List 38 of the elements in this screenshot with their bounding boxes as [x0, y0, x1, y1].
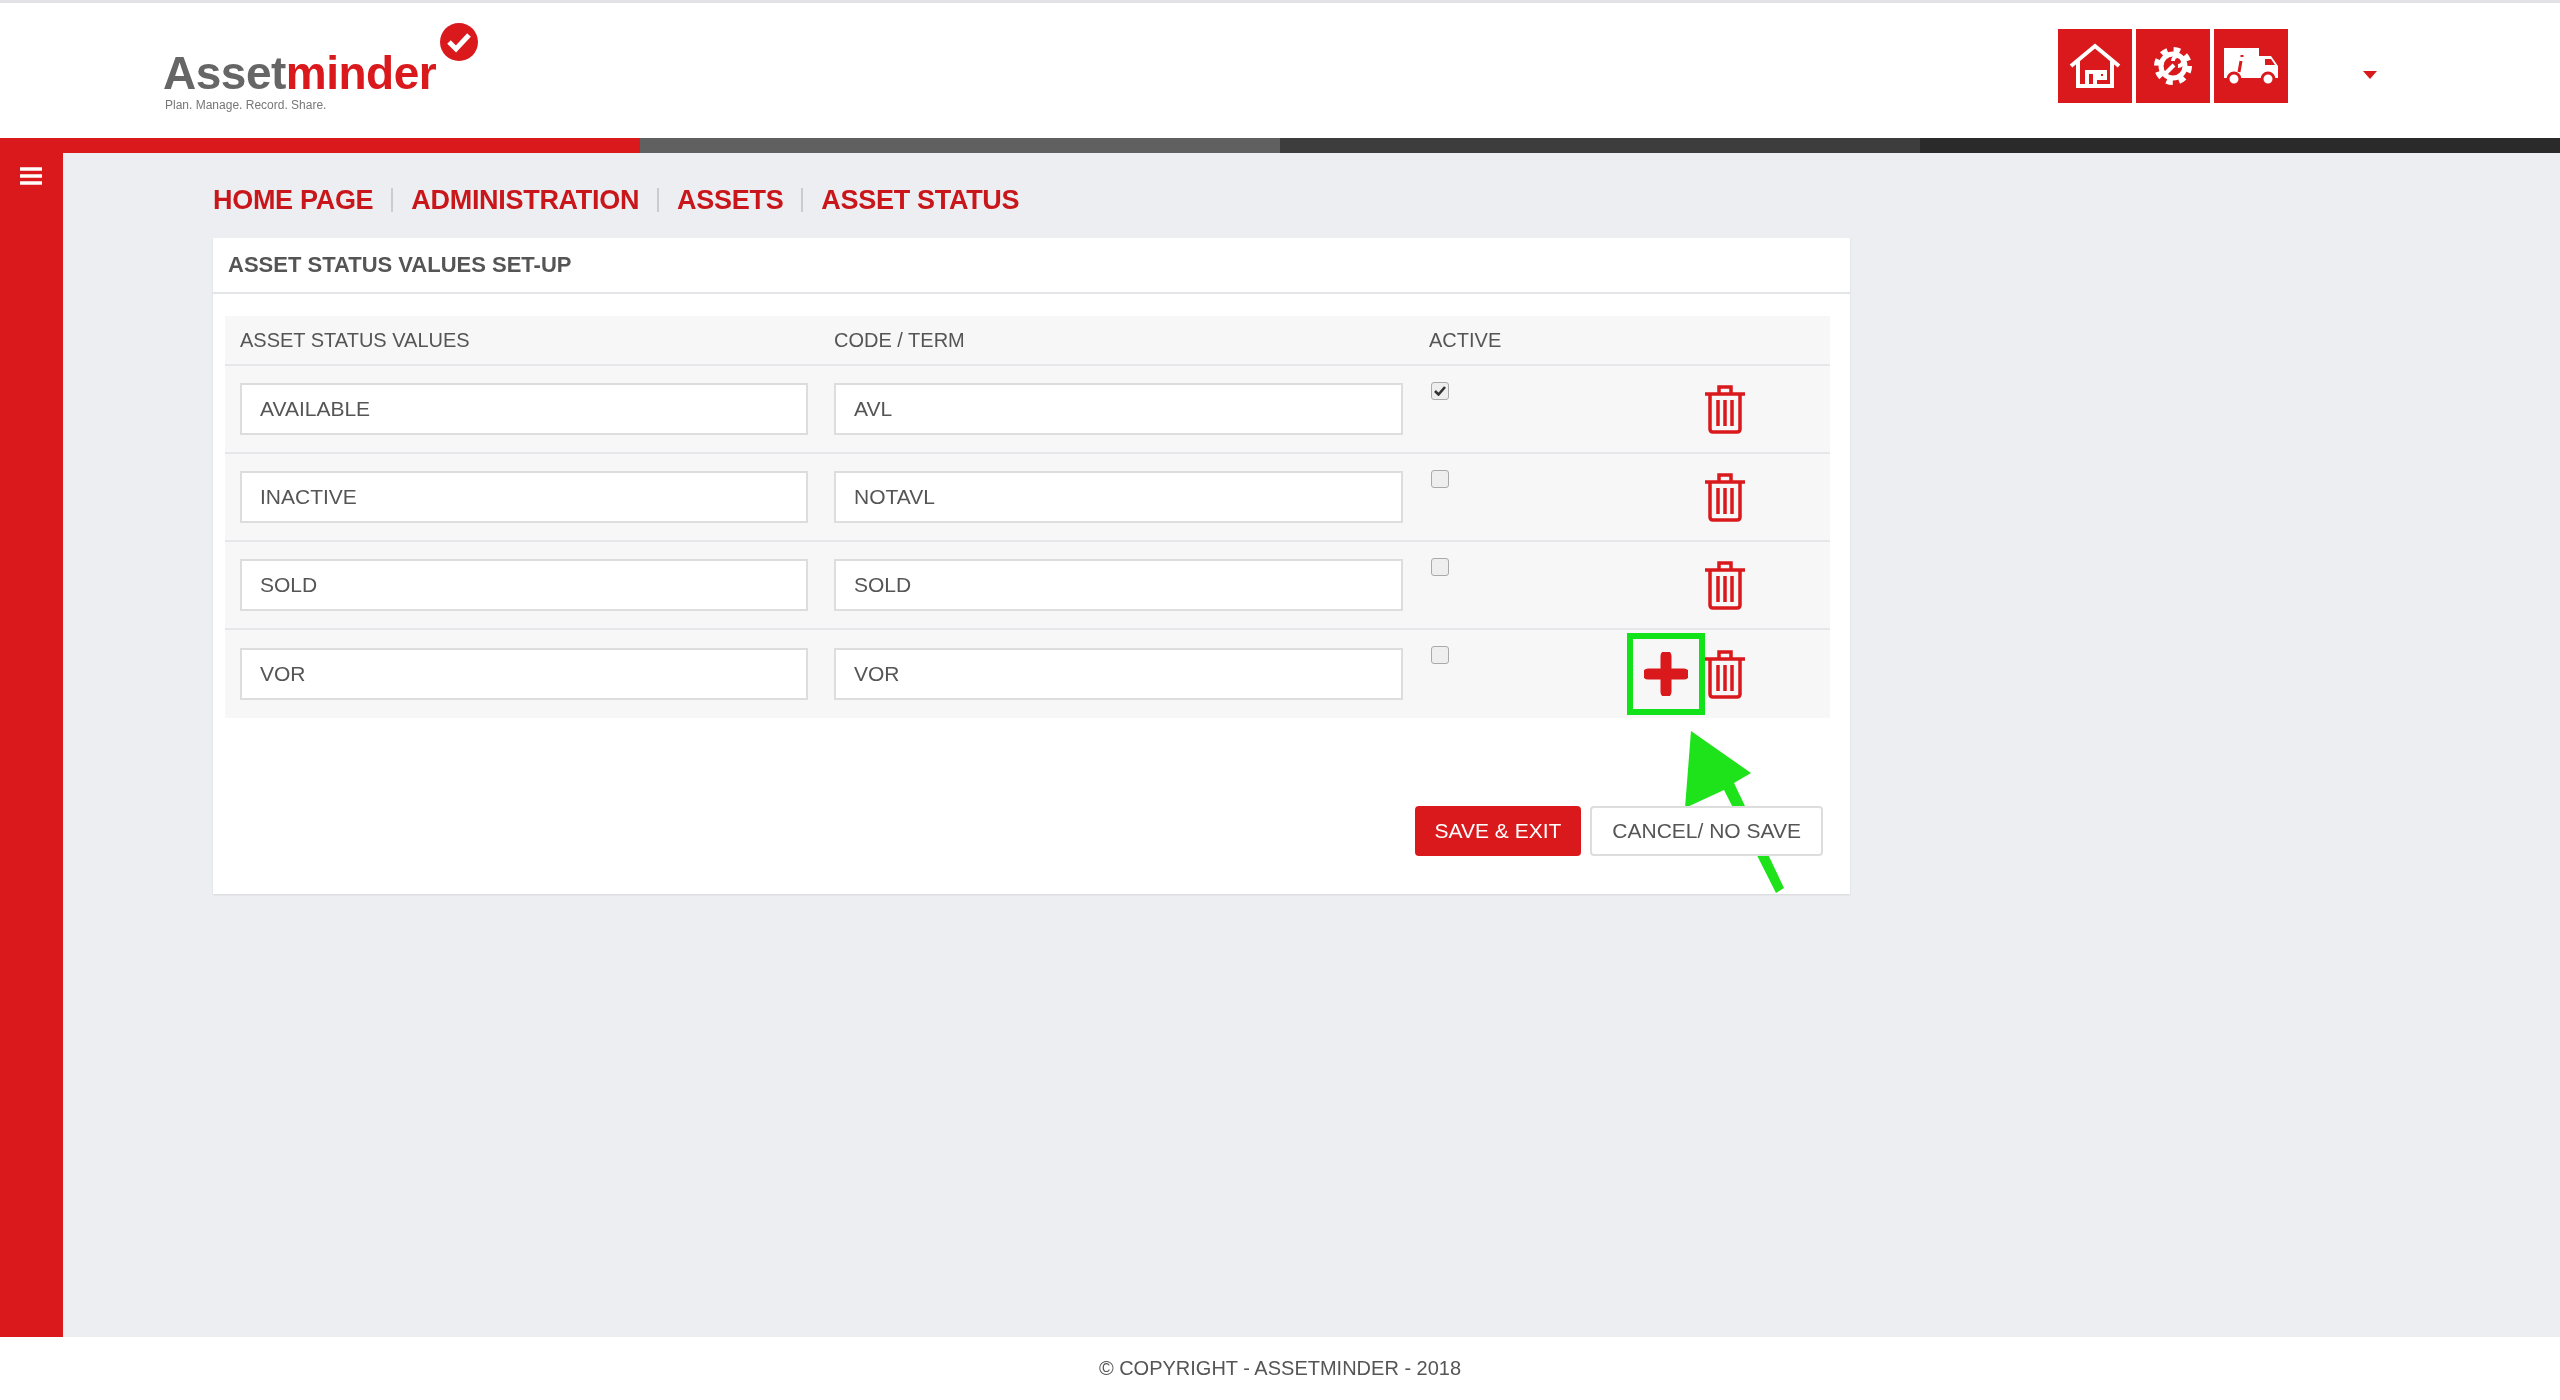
column-header: CODE / TERM [834, 328, 966, 352]
logo-wordmark: Assetminder [163, 45, 437, 100]
input-field[interactable]: VOR [240, 648, 808, 700]
checkbox[interactable] [1431, 470, 1449, 488]
input-field[interactable]: VOR [834, 648, 1403, 700]
checkbox[interactable] [1431, 646, 1449, 664]
copyright-text: © COPYRIGHT - ASSETMINDER - 2018 [1098, 1357, 1462, 1380]
breadcrumb-link[interactable]: ADMINISTRATION [411, 184, 640, 216]
input-field[interactable]: NOTAVL [834, 471, 1403, 523]
save-button[interactable]: SAVE & EXIT [1414, 806, 1582, 856]
cancel-button[interactable]: CANCEL/ NO SAVE [1590, 806, 1823, 856]
input-field[interactable]: SOLD [834, 559, 1403, 611]
input-field[interactable]: SOLD [240, 559, 808, 611]
column-header: ASSET STATUS VALUES [240, 328, 471, 352]
input-field[interactable]: AVAILABLE [240, 383, 808, 435]
input-field[interactable]: INACTIVE [240, 471, 808, 523]
vehicle-info-button[interactable] [2214, 28, 2288, 103]
input-field[interactable]: AVL [834, 383, 1403, 435]
checkbox[interactable] [1431, 382, 1449, 400]
dropdown-caret-icon[interactable] [2363, 70, 2377, 79]
home-button[interactable] [2058, 28, 2132, 103]
trash-icon[interactable] [1705, 472, 1745, 522]
trash-icon[interactable] [1705, 560, 1745, 610]
breadcrumb-link[interactable]: ASSET STATUS [821, 184, 1020, 216]
house-icon [2068, 41, 2122, 90]
settings-button[interactable] [2136, 28, 2210, 103]
card-title: ASSET STATUS VALUES SET-UP [213, 238, 1850, 294]
trash-icon[interactable] [1705, 649, 1745, 699]
add-button[interactable] [1627, 633, 1705, 715]
checkmark-icon [439, 21, 479, 62]
breadcrumb-link[interactable]: ASSETS [677, 184, 784, 216]
checkbox[interactable] [1431, 558, 1449, 576]
logo-tagline: Plan. Manage. Record. Share. [165, 97, 327, 112]
plus-icon [1644, 652, 1688, 696]
menu-icon[interactable] [20, 167, 42, 185]
trash-icon[interactable] [1705, 384, 1745, 434]
column-header: ACTIVE [1429, 328, 1503, 352]
breadcrumb-link[interactable]: HOME PAGE [213, 184, 374, 216]
